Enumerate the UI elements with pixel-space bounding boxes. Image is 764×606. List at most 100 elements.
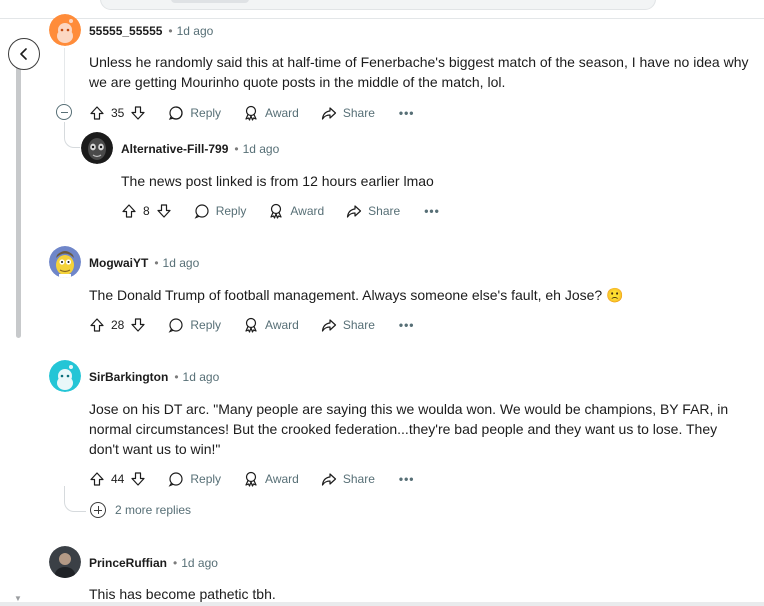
separator-dot: • [168, 24, 173, 38]
username[interactable]: SirBarkington [89, 370, 168, 384]
reply-label: Reply [190, 106, 222, 120]
award-button[interactable]: Award [243, 105, 299, 121]
vote-control: 28 [89, 317, 146, 333]
bottom-edge [0, 602, 764, 606]
comment-actions: 44 Reply Award Share ••• [89, 469, 414, 489]
share-button[interactable]: Share [346, 203, 400, 219]
timestamp[interactable]: 1d ago [163, 256, 200, 270]
reply-connector [64, 486, 86, 512]
award-button[interactable]: Award [268, 203, 324, 219]
upvote-icon[interactable] [89, 105, 105, 121]
avatar[interactable] [49, 360, 81, 392]
downvote-icon[interactable] [130, 471, 146, 487]
comment-line: normal circumstances! But the crooked fe… [89, 421, 718, 437]
separator-dot: • [234, 142, 239, 156]
share-label: Share [342, 472, 375, 486]
expand-icon [90, 502, 106, 518]
share-button[interactable]: Share [321, 471, 375, 487]
back-arrow-icon [20, 48, 27, 60]
username[interactable]: PrinceRuffian [89, 556, 167, 570]
reply-label: Reply [190, 318, 222, 332]
more-options-button[interactable]: ••• [399, 106, 415, 120]
award-label: Award [265, 472, 299, 486]
share-label: Share [342, 106, 375, 120]
timestamp[interactable]: 1d ago [243, 142, 280, 156]
search-bar[interactable] [100, 0, 656, 10]
comment-author: SirBarkington • 1d ago [89, 370, 219, 384]
separator-dot: • [173, 556, 178, 570]
downvote-icon[interactable] [130, 105, 146, 121]
back-button[interactable] [8, 38, 40, 70]
share-button[interactable]: Share [321, 105, 375, 121]
reply-connector [64, 122, 80, 148]
comment-line: Jose on his DT arc. "Many people are say… [89, 401, 729, 417]
reply-label: Reply [215, 204, 247, 218]
more-options-button[interactable]: ••• [399, 318, 415, 332]
avatar[interactable] [81, 132, 113, 164]
search-bar-segment [171, 0, 249, 3]
reply-icon [194, 204, 209, 219]
share-icon [321, 319, 336, 332]
upvote-icon[interactable] [89, 317, 105, 333]
reply-button[interactable]: Reply [168, 105, 221, 121]
comment-actions: 28 Reply Award Share ••• [89, 315, 414, 335]
award-button[interactable]: Award [243, 317, 299, 333]
upvote-icon[interactable] [121, 203, 137, 219]
reply-icon [169, 106, 183, 120]
share-button[interactable]: Share [321, 317, 375, 333]
more-replies-button[interactable]: 2 more replies [90, 502, 191, 518]
reply-button[interactable]: Reply [194, 203, 247, 219]
search-bar-area [0, 0, 764, 19]
award-icon [245, 105, 257, 121]
comment-line: The Donald Trump of football management.… [89, 287, 624, 303]
more-replies-label: 2 more replies [115, 503, 192, 517]
award-label: Award [265, 318, 299, 332]
reply-button[interactable]: Reply [168, 317, 221, 333]
comment-body: This has become pathetic tbh. [89, 584, 276, 604]
timestamp[interactable]: 1d ago [183, 370, 220, 384]
comment-author: Alternative-Fill-799 • 1d ago [121, 142, 279, 156]
comment-author: MogwaiYT • 1d ago [89, 256, 199, 270]
timestamp[interactable]: 1d ago [177, 24, 214, 38]
vote-control: 8 [121, 203, 172, 219]
avatar[interactable] [49, 246, 81, 278]
reply-button[interactable]: Reply [168, 471, 221, 487]
avatar[interactable] [49, 546, 81, 578]
reply-label: Reply [190, 472, 222, 486]
award-icon [245, 317, 257, 333]
comment-line: we are getting Mourinho quote posts in t… [89, 74, 506, 90]
scrollbar-thumb[interactable] [16, 64, 21, 338]
comment-line: This has become pathetic tbh. [89, 586, 276, 602]
reply-icon [168, 472, 183, 487]
comment-actions: 8 Reply Award Share ••• [121, 201, 440, 221]
username[interactable]: 55555_55555 [89, 24, 162, 38]
award-button[interactable]: Award [243, 471, 299, 487]
share-icon [321, 473, 336, 486]
comment-body: Jose on his DT arc. "Many people are say… [89, 399, 728, 459]
comment-author: 55555_55555 • 1d ago [89, 24, 213, 38]
share-label: Share [368, 204, 401, 218]
more-options-button[interactable]: ••• [399, 472, 415, 486]
separator-dot: • [174, 370, 179, 384]
comment-line: Unless he randomly said this at half-tim… [89, 54, 749, 70]
vote-control: 44 [89, 471, 146, 487]
avatar[interactable] [49, 14, 81, 46]
username[interactable]: Alternative-Fill-799 [121, 142, 228, 156]
vote-count: 44 [111, 472, 125, 486]
downvote-icon[interactable] [156, 203, 172, 219]
reply-icon [168, 318, 183, 333]
award-icon [245, 471, 257, 487]
share-icon [321, 107, 336, 120]
downvote-icon[interactable] [130, 317, 146, 333]
username[interactable]: MogwaiYT [89, 256, 148, 270]
comment-line: The news post linked is from 12 hours ea… [121, 173, 434, 189]
upvote-icon[interactable] [89, 471, 105, 487]
share-icon [347, 205, 362, 218]
collapse-button[interactable] [56, 104, 72, 120]
timestamp[interactable]: 1d ago [181, 556, 218, 570]
comment-actions: 35 Reply Award Share ••• [89, 103, 414, 123]
share-label: Share [342, 318, 375, 332]
vote-control: 35 [89, 105, 146, 121]
comment-line: don't want us to win!" [89, 441, 221, 457]
more-options-button[interactable]: ••• [424, 204, 440, 218]
